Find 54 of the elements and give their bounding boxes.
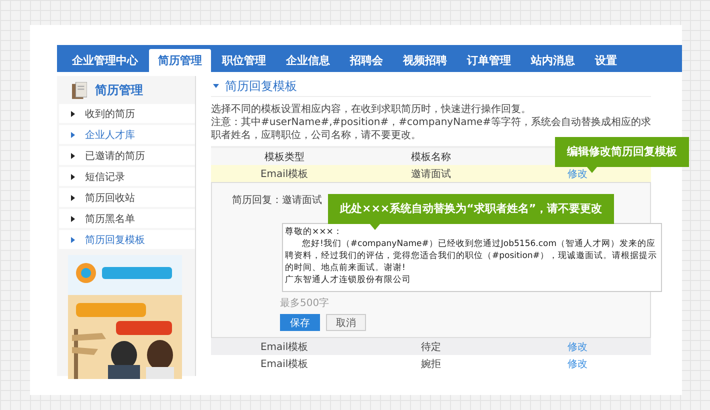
intro-text: 选择不同的模板设置相应内容，在收到求职简历时，快速进行操作回复。 — [211, 103, 532, 116]
reply-field[interactable]: 尊敬的×××： 您好!我们（#companyName#）已经收到您通过Job5156.com（智通人才网）发来的应聘资料，经过我们的评估，觉得您适合我们的职位（#position#），现诚邀面试。请根据提示的时间、地点前来面试。谢谢! 广东智通人才连锁股份有限公司 — [282, 223, 662, 292]
nav-tab[interactable]: 企业信息 — [277, 49, 339, 72]
table-row[interactable]: Email模板 婉拒 修改 — [211, 355, 651, 372]
table-cell-text: Email模板 — [259, 340, 310, 354]
pointer-icon — [587, 167, 597, 173]
bullet-icon — [71, 132, 75, 138]
hint-tooltip: 此处×××系统自动替换为“求职者姓名”，请不要更改 — [328, 194, 614, 224]
nav-tab[interactable]: 视频招聘 — [394, 49, 456, 72]
nav-tab[interactable]: 简历管理 — [149, 49, 211, 72]
edit-link[interactable]: 修改 — [568, 342, 588, 352]
table-cell-text: Email模板 — [259, 358, 310, 370]
pointer-icon — [370, 224, 380, 230]
bullet-icon — [71, 236, 75, 242]
form-button[interactable]: 保存 — [280, 314, 320, 331]
hint-tooltip: 编辑修改简历回复模板 — [555, 137, 689, 167]
bullet-icon — [71, 110, 75, 116]
form-button[interactable]: 取消 — [326, 314, 366, 331]
text-line: 广东智通人才连锁股份有限公司 — [285, 274, 411, 286]
char-limit-hint: 最多500字 — [280, 296, 330, 310]
bullet-icon — [71, 216, 75, 222]
table-cell-text: 邀请面试 — [410, 168, 452, 180]
sidebar-item[interactable]: 简历回收站 — [59, 188, 195, 207]
table-cell-text: Email模板 — [259, 168, 310, 180]
bullet-icon — [71, 194, 75, 200]
editor-label: 简历回复：邀请面试 — [232, 194, 322, 207]
table-cell-text: 待定 — [420, 340, 442, 354]
column-header: 模板名称 — [410, 150, 452, 164]
nav-tab[interactable]: 职位管理 — [213, 49, 275, 72]
edit-link[interactable]: 修改 — [568, 358, 588, 370]
sidebar-item[interactable]: 简历回复模板 — [59, 230, 195, 249]
table-row[interactable]: Email模板 待定 修改 — [211, 338, 651, 355]
column-header: 模板类型 — [263, 150, 306, 164]
nav-tab[interactable]: 设置 — [586, 49, 626, 72]
sidebar-item[interactable]: 短信记录 — [59, 167, 195, 186]
text-line: 您好!我们（#companyName#）已经收到您通过Job5156.com（智通人才网）发来的应聘资料，经过我们的评估，觉得您适合我们的职位（#position#），现诚邀面试。请根据提示的时间、地点前来面试。谢谢! — [285, 238, 658, 274]
edit-link[interactable]: 修改 — [568, 168, 588, 180]
text-line: 尊敬的×××： — [285, 226, 342, 238]
section-title: 简历回复模板 — [225, 78, 297, 94]
bullet-icon — [71, 152, 75, 158]
document-icon — [72, 82, 87, 98]
sidebar-title: 简历管理 — [95, 82, 143, 98]
nav-tab[interactable]: 订单管理 — [458, 49, 520, 72]
nav-tab[interactable]: 企业管理中心 — [63, 49, 147, 72]
sidebar-item[interactable]: 已邀请的简历 — [59, 146, 195, 165]
sidebar-item[interactable]: 收到的简历 — [59, 104, 195, 123]
table-row[interactable]: Email模板 邀请面试 修改 — [211, 165, 651, 182]
bullet-icon — [71, 174, 75, 180]
table-cell-text: 婉拒 — [420, 358, 442, 370]
nav-tab[interactable]: 招聘会 — [341, 49, 392, 72]
nav-tab[interactable]: 站内消息 — [522, 49, 584, 72]
caret-icon — [213, 84, 219, 88]
sidebar-item[interactable]: 简历黑名单 — [59, 209, 195, 228]
sidebar-item[interactable]: 企业人才库 — [59, 125, 195, 144]
